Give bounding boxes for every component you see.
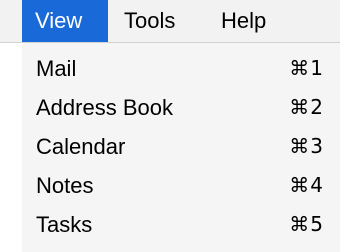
menu-item-label: Tasks [36, 212, 93, 237]
menu-item-shortcut: ⌘4 [289, 173, 324, 197]
menu-tools[interactable]: Tools [111, 0, 199, 42]
menu-item-address-book[interactable]: Address Book ⌘2 [22, 88, 340, 127]
menu-item-label: Calendar [36, 134, 126, 159]
menu-item-tasks[interactable]: Tasks ⌘5 [22, 205, 340, 244]
menu-item-mail[interactable]: Mail ⌘1 [22, 49, 340, 88]
menu-item-label: Address Book [36, 95, 173, 120]
menu-view[interactable]: View [22, 0, 108, 42]
menu-item-shortcut: ⌘1 [289, 56, 324, 80]
menu-item-label: Mail [36, 56, 77, 81]
menu-help[interactable]: Help [208, 0, 296, 42]
menu-item-shortcut: ⌘2 [289, 95, 324, 119]
menu-item-shortcut: ⌘3 [289, 134, 324, 158]
menu-item-notes[interactable]: Notes ⌘4 [22, 166, 340, 205]
menu-bar: View Tools Help [0, 0, 340, 43]
menu-item-calendar[interactable]: Calendar ⌘3 [22, 127, 340, 166]
view-menu-dropdown: Mail ⌘1 Address Book ⌘2 Calendar ⌘3 Note… [22, 43, 340, 252]
menu-item-label: Notes [36, 173, 94, 198]
menu-item-shortcut: ⌘5 [289, 212, 324, 236]
